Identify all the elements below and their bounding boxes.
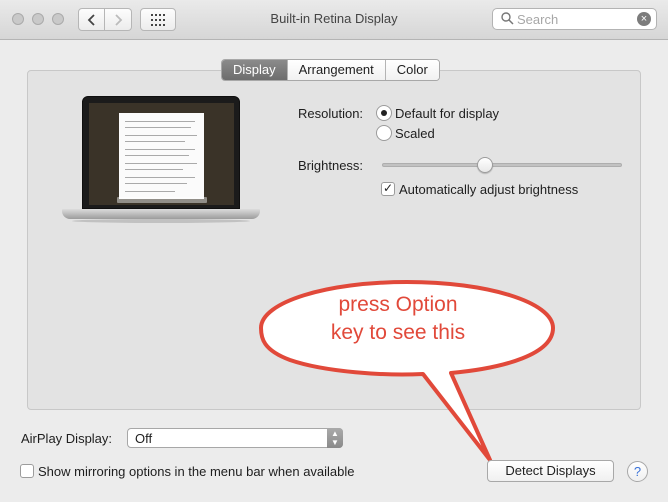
airplay-popup[interactable]: Off ▲ ▼ xyxy=(127,428,343,448)
callout-text: press Option key to see this xyxy=(288,291,508,347)
airplay-value: Off xyxy=(135,431,153,446)
laptop-image xyxy=(62,96,260,226)
popup-arrows-icon: ▲ ▼ xyxy=(327,428,343,448)
zoom-window-button[interactable] xyxy=(52,13,64,25)
show-all-grid-icon xyxy=(151,13,165,26)
tab-color[interactable]: Color xyxy=(385,60,439,80)
brightness-slider-track[interactable] xyxy=(382,163,622,167)
chevron-right-icon xyxy=(115,13,123,26)
resolution-scaled-label[interactable]: Scaled xyxy=(395,126,435,141)
brightness-label: Brightness: xyxy=(298,158,364,173)
clear-search-icon[interactable]: × xyxy=(637,12,651,26)
resolution-label: Resolution: xyxy=(298,106,364,121)
back-button[interactable] xyxy=(78,8,105,31)
mirroring-label[interactable]: Show mirroring options in the menu bar w… xyxy=(38,464,355,479)
auto-brightness-checkbox[interactable] xyxy=(381,181,395,196)
search-placeholder: Search xyxy=(517,12,559,27)
close-window-button[interactable] xyxy=(12,13,24,25)
forward-button[interactable] xyxy=(105,8,132,31)
segmented-tabs: Display Arrangement Color xyxy=(221,59,440,81)
mirroring-checkbox[interactable] xyxy=(20,464,34,478)
help-button[interactable]: ? xyxy=(627,461,648,482)
search-icon xyxy=(501,12,514,25)
auto-brightness-label[interactable]: Automatically adjust brightness xyxy=(399,182,578,197)
callout-line-2: key to see this xyxy=(330,321,466,344)
resolution-default-radio[interactable] xyxy=(376,105,392,121)
show-all-button[interactable] xyxy=(140,8,176,31)
callout-line-1: press Option xyxy=(338,293,458,316)
airplay-label: AirPlay Display: xyxy=(21,431,113,446)
tab-arrangement[interactable]: Arrangement xyxy=(287,60,386,80)
title-bar: Built-in Retina Display Search × xyxy=(0,0,668,40)
tab-display[interactable]: Display xyxy=(222,60,288,80)
chevron-left-icon xyxy=(87,13,95,26)
minimize-window-button[interactable] xyxy=(32,13,44,25)
search-field[interactable]: Search × xyxy=(492,8,657,30)
resolution-default-label[interactable]: Default for display xyxy=(395,106,499,121)
detect-displays-button[interactable]: Detect Displays xyxy=(487,460,614,482)
resolution-scaled-radio[interactable] xyxy=(376,125,392,141)
